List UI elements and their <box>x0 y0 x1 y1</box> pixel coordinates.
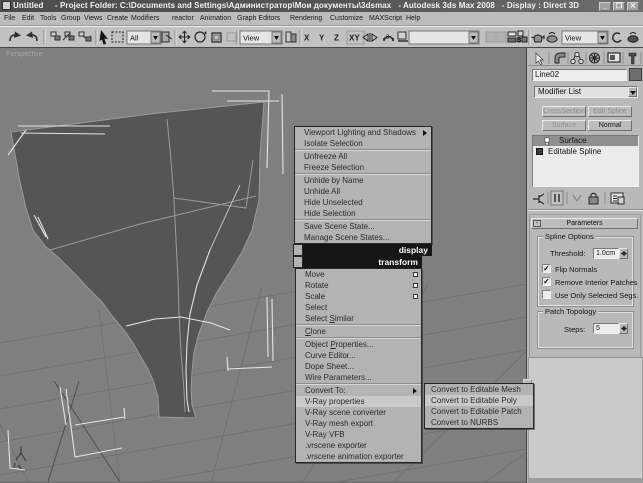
svg-text:Z: Z <box>334 34 339 43</box>
svg-text:View: View <box>243 34 260 43</box>
svg-text:Y: Y <box>319 34 325 43</box>
svg-text:All: All <box>130 34 139 43</box>
svg-text:View: View <box>565 34 582 43</box>
svg-text:S: S <box>517 38 521 44</box>
svg-text:X: X <box>304 34 310 43</box>
svg-text:XY: XY <box>349 34 360 43</box>
